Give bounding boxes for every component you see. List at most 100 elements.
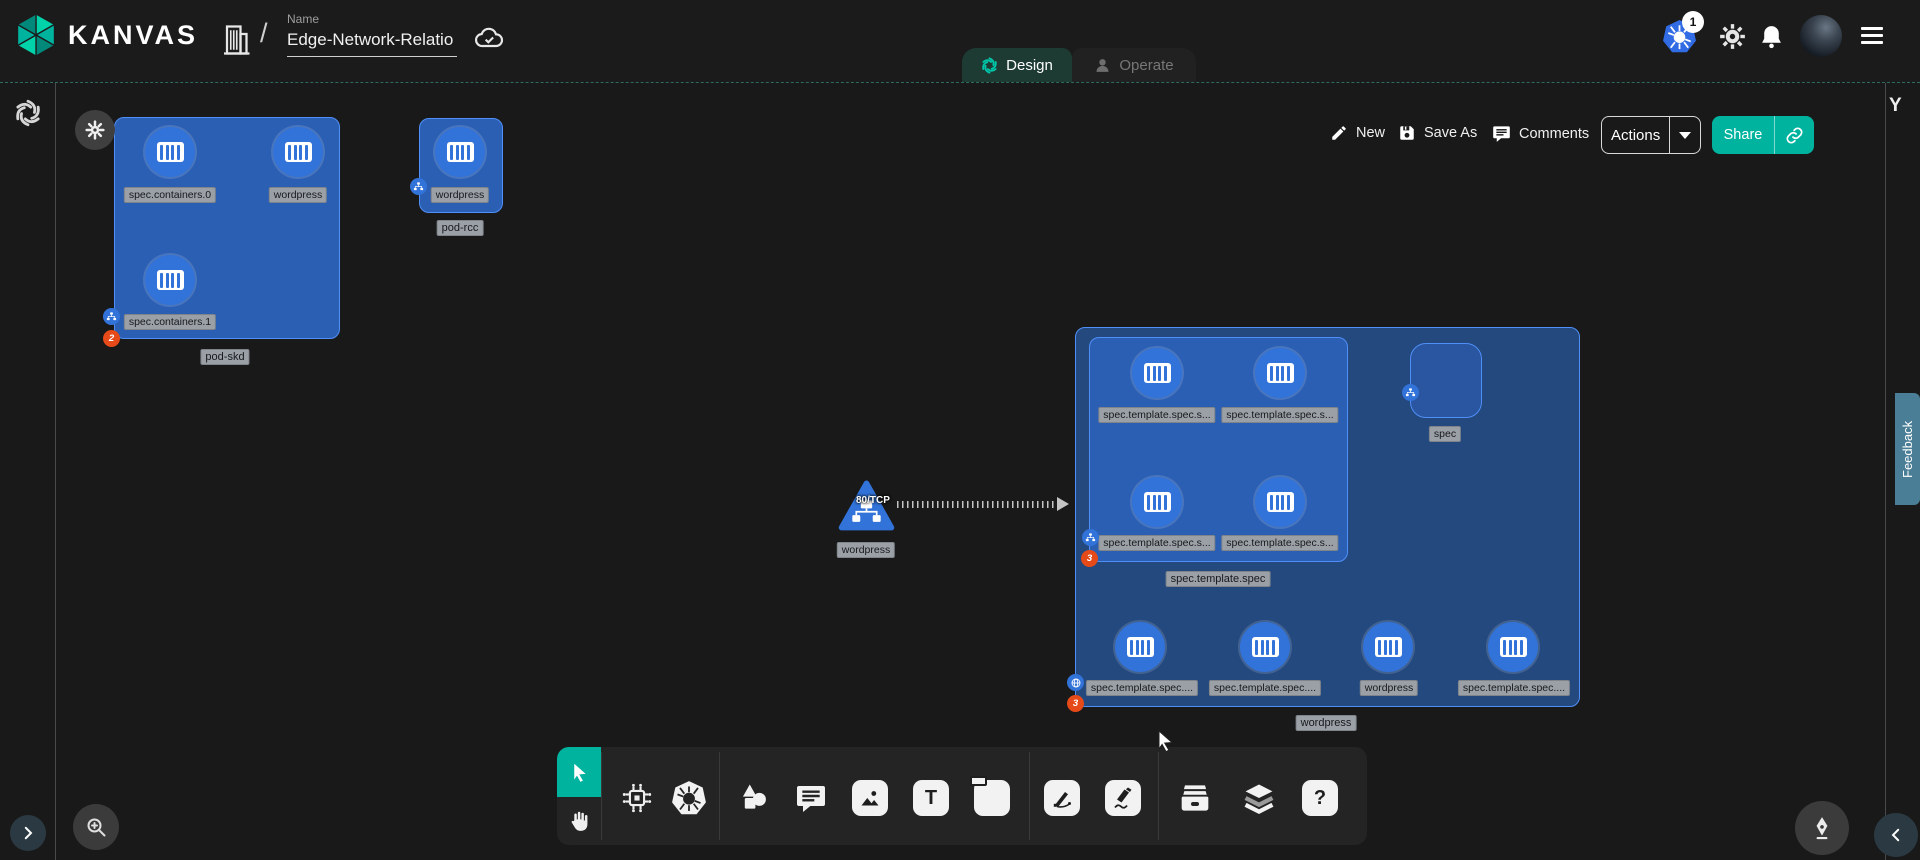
drawer-tool[interactable] xyxy=(1176,779,1214,817)
node-deploy-container-3[interactable] xyxy=(1488,622,1538,672)
service-edge[interactable] xyxy=(897,501,1059,508)
select-tool[interactable] xyxy=(557,747,601,797)
edge-arrowhead xyxy=(1057,497,1069,511)
node-deploy-container-1[interactable] xyxy=(1240,622,1290,672)
node-spec-containers-1[interactable] xyxy=(145,255,195,305)
new-button[interactable]: New xyxy=(1330,124,1385,142)
actions-dropdown-toggle[interactable] xyxy=(1670,117,1700,153)
kanvas-logo-icon xyxy=(14,13,58,57)
node-deploy-container-0[interactable] xyxy=(1115,622,1165,672)
node-wordpress-2[interactable] xyxy=(435,127,485,177)
node-label: spec.template.spec.... xyxy=(1209,680,1321,696)
settings-gear-icon[interactable] xyxy=(1719,23,1746,50)
cloud-sync-icon xyxy=(470,22,508,54)
node-label: wordpress xyxy=(1360,680,1418,696)
hand-icon xyxy=(567,809,592,834)
error-count-badge[interactable]: 3 xyxy=(1067,695,1084,712)
globe-badge[interactable] xyxy=(1067,674,1084,691)
tab-operate-label: Operate xyxy=(1119,57,1173,74)
pencil-icon xyxy=(1330,124,1348,142)
comments-label: Comments xyxy=(1519,126,1589,142)
network-badge[interactable] xyxy=(1402,384,1419,401)
container-icon xyxy=(1144,363,1171,383)
copy-link-button[interactable] xyxy=(1775,116,1814,154)
help-tool[interactable]: ? xyxy=(1302,780,1338,816)
rectangle-tool[interactable] xyxy=(974,780,1010,816)
text-tool[interactable]: T xyxy=(913,780,949,816)
shapes-tool[interactable] xyxy=(735,779,773,817)
kanvas-app: KANVAS / Name Design xyxy=(0,0,1920,860)
comment-tool[interactable] xyxy=(792,779,830,817)
group-settings-button[interactable] xyxy=(75,110,115,150)
user-avatar[interactable] xyxy=(1800,15,1842,57)
node-template-container-0[interactable] xyxy=(1132,348,1182,398)
group-spec[interactable] xyxy=(1410,343,1482,418)
link-icon xyxy=(1785,126,1804,145)
pan-tool[interactable] xyxy=(557,797,601,845)
layers-icon xyxy=(1242,781,1276,815)
error-count-badge[interactable]: 2 xyxy=(103,330,120,347)
zoom-button[interactable] xyxy=(73,804,119,850)
container-icon xyxy=(157,142,184,162)
kubernetes-icon xyxy=(671,780,707,816)
network-badge[interactable] xyxy=(103,308,120,325)
chevron-right-icon xyxy=(19,824,37,842)
collapse-panel-button[interactable] xyxy=(1874,813,1918,857)
save-as-label: Save As xyxy=(1424,125,1477,141)
share-button[interactable]: Share xyxy=(1712,116,1814,154)
actions-button[interactable]: Actions xyxy=(1601,116,1701,154)
yaml-toggle[interactable]: Y xyxy=(1889,95,1902,117)
tab-design[interactable]: Design xyxy=(962,48,1072,82)
text-T-icon: T xyxy=(925,787,937,810)
header-bar: KANVAS / Name Design xyxy=(0,0,1920,82)
menu-hamburger-icon[interactable] xyxy=(1861,27,1883,48)
freehand-draw-tool[interactable] xyxy=(1105,780,1141,816)
node-template-container-2[interactable] xyxy=(1132,477,1182,527)
layers-tool[interactable] xyxy=(1240,779,1278,817)
annotate-button[interactable] xyxy=(1795,801,1849,855)
group-label: pod-rcc xyxy=(437,220,484,236)
canvas-border xyxy=(0,82,1920,83)
design-name-input[interactable] xyxy=(287,26,457,57)
tab-design-label: Design xyxy=(1006,57,1053,74)
node-label: spec.template.spec.s... xyxy=(1098,407,1215,423)
node-template-container-1[interactable] xyxy=(1255,348,1305,398)
meshery-spiral-icon[interactable] xyxy=(14,99,42,127)
group-spec-template-spec[interactable] xyxy=(1089,337,1348,562)
network-badge[interactable] xyxy=(410,178,427,195)
group-label: wordpress xyxy=(1296,715,1357,731)
node-label: wordpress xyxy=(269,187,327,203)
organization-building-icon[interactable] xyxy=(218,20,254,60)
error-count-badge[interactable]: 3 xyxy=(1081,550,1098,567)
feedback-tab[interactable]: Feedback xyxy=(1895,393,1920,505)
save-as-button[interactable]: Save As xyxy=(1398,124,1477,142)
node-template-container-3[interactable] xyxy=(1255,477,1305,527)
kubernetes-tool[interactable] xyxy=(670,779,708,817)
container-icon xyxy=(1267,363,1294,383)
chevron-left-icon xyxy=(1887,826,1905,844)
network-badge[interactable] xyxy=(1082,529,1099,546)
expand-sidebar-button[interactable] xyxy=(10,815,46,851)
node-wordpress-1[interactable] xyxy=(273,127,323,177)
container-icon xyxy=(1252,637,1279,657)
tab-operate[interactable]: Operate xyxy=(1072,48,1196,82)
k8s-context-count-badge[interactable]: 1 xyxy=(1682,11,1704,33)
comments-button[interactable]: Comments xyxy=(1492,124,1589,143)
container-icon xyxy=(447,142,474,162)
node-deploy-container-2[interactable] xyxy=(1363,622,1413,672)
node-label: wordpress xyxy=(837,542,895,558)
component-chip-icon xyxy=(620,781,654,815)
design-spiral-icon xyxy=(981,57,998,74)
node-spec-containers-0[interactable] xyxy=(145,127,195,177)
pen-tool[interactable] xyxy=(1044,780,1080,816)
image-tool[interactable] xyxy=(852,780,888,816)
kanvas-logo[interactable]: KANVAS xyxy=(14,13,198,57)
notifications-bell-icon[interactable] xyxy=(1759,23,1784,50)
group-label: pod-skd xyxy=(200,349,249,365)
node-label: spec.template.spec.... xyxy=(1458,680,1570,696)
component-tool[interactable] xyxy=(618,779,656,817)
actions-label: Actions xyxy=(1602,117,1669,153)
node-label: spec.containers.1 xyxy=(124,314,216,330)
operate-person-icon xyxy=(1094,57,1111,74)
container-icon xyxy=(1144,492,1171,512)
